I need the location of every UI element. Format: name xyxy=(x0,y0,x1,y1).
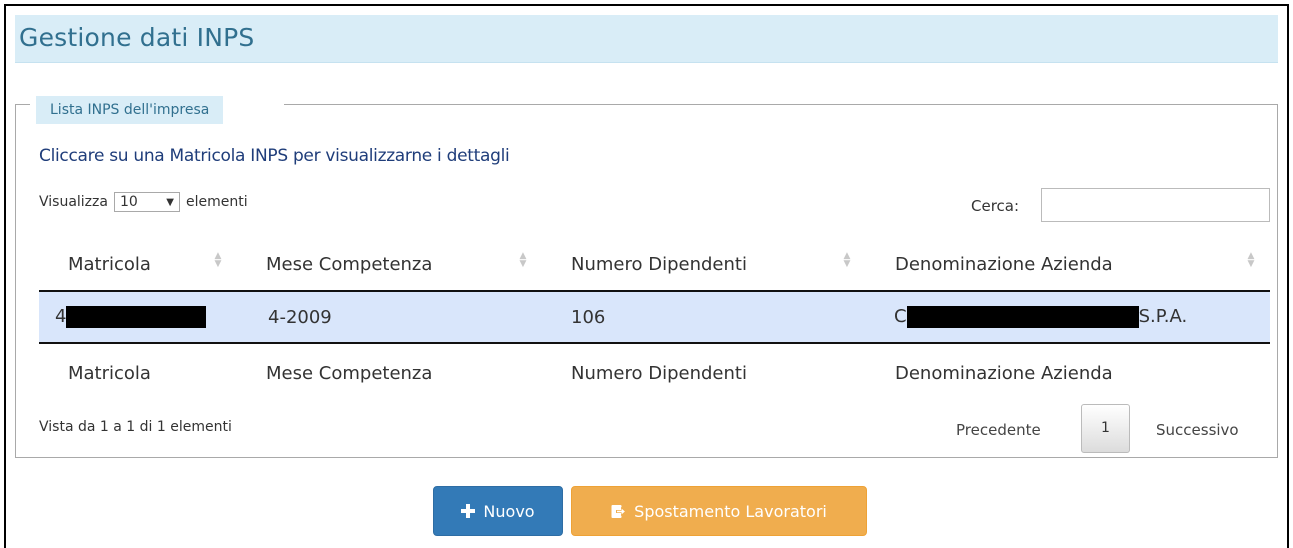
new-button-label: Nuovo xyxy=(483,501,535,521)
footer-dipendenti: Numero Dipendenti xyxy=(571,363,747,384)
cell-mese: 4-2009 xyxy=(237,291,542,344)
column-header-matricola[interactable]: Matricola ▲ ▼ xyxy=(39,239,237,292)
page-length-select[interactable]: 10 ▼ xyxy=(113,192,180,212)
footer-denominazione: Denominazione Azienda xyxy=(895,363,1113,384)
cell-matricola[interactable]: 4 xyxy=(39,291,237,344)
redaction-block xyxy=(66,306,207,328)
pagination-previous[interactable]: Precedente xyxy=(956,421,1041,439)
sort-icon: ▲ ▼ xyxy=(843,251,851,269)
move-workers-button[interactable]: Spostamento Lavoratori xyxy=(571,486,867,536)
pagination-page-1[interactable]: 1 xyxy=(1081,404,1130,453)
page-length-value: 10 xyxy=(119,194,138,210)
table-row[interactable]: 4 4-2009 106 C S.P.A. xyxy=(39,291,1270,344)
cell-denominazione: C S.P.A. xyxy=(866,291,1270,344)
table-header-row: Matricola ▲ ▼ Mese Competenza ▲ ▼ Numero D… xyxy=(39,239,1270,292)
page-title: Gestione dati INPS xyxy=(19,23,255,52)
sort-icon: ▲ ▼ xyxy=(519,251,527,269)
plus-icon xyxy=(461,504,476,518)
move-workers-button-label: Spostamento Lavoratori xyxy=(634,501,827,521)
footer-mese: Mese Competenza xyxy=(266,363,433,384)
inps-table: Matricola ▲ ▼ Mese Competenza ▲ ▼ Numero D… xyxy=(39,239,1270,403)
redaction-block xyxy=(906,306,1139,328)
search-input[interactable] xyxy=(1041,188,1270,222)
search-label: Cerca: xyxy=(971,197,1020,215)
page-length-control: Visualizza 10 ▼ elementi xyxy=(39,192,248,212)
column-header-dipendenti[interactable]: Numero Dipendenti ▲ ▼ xyxy=(542,239,866,292)
column-header-mese[interactable]: Mese Competenza ▲ ▼ xyxy=(237,239,542,292)
length-prefix: Visualizza xyxy=(39,194,108,210)
share-icon xyxy=(611,504,627,519)
table-info: Vista da 1 a 1 di 1 elementi xyxy=(39,419,232,435)
panel-legend: Lista INPS dell'impresa xyxy=(36,96,224,124)
footer-matricola: Matricola xyxy=(68,363,151,384)
cell-dipendenti: 106 xyxy=(542,291,866,344)
pagination-next[interactable]: Successivo xyxy=(1156,421,1239,439)
new-button[interactable]: Nuovo xyxy=(433,486,563,536)
page-header: Gestione dati INPS xyxy=(15,15,1278,63)
chevron-down-icon: ▼ xyxy=(166,196,174,208)
sort-icon: ▲ ▼ xyxy=(1247,251,1255,269)
column-header-denominazione[interactable]: Denominazione Azienda ▲ ▼ xyxy=(866,239,1270,292)
table-footer-row: Matricola Mese Competenza Numero Dipende… xyxy=(39,343,1270,403)
sort-icon: ▲ ▼ xyxy=(214,251,222,269)
length-suffix: elementi xyxy=(185,194,248,210)
instruction-text: Cliccare su una Matricola INPS per visua… xyxy=(39,146,510,166)
